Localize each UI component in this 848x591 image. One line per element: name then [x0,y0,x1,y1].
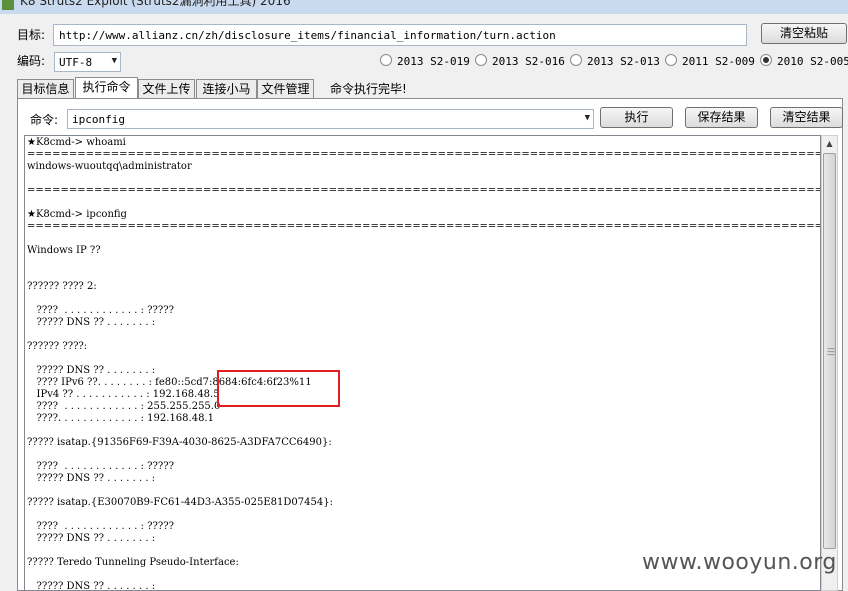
output-line: ?????? ????: [27,341,88,352]
output-line: ========================================… [27,221,821,232]
exploit-radio-label: 2010 S2-005 [777,55,848,68]
exploit-radio-2[interactable]: 2013 S2-013 [570,54,660,68]
exploit-radio-label: 2013 S2-016 [492,55,565,68]
output-line: ????? DNS ?? . . . . . . . : [27,365,156,376]
output-lines: ★K8cmd-> whoami =========================… [27,137,821,591]
chevron-down-icon: ▼ [584,113,590,123]
output-line: Windows IP ?? [27,245,101,256]
scroll-thumb[interactable]: — — — [823,153,836,549]
output-line: ★K8cmd-> whoami [27,137,126,148]
output-line: ???? . . . . . . . . . . . . : ????? [27,521,174,532]
output-line: ????. . . . . . . . . . . . . : 192.168.… [27,413,214,424]
ipv4-highlight-box [217,370,340,407]
save-result-button[interactable]: 保存结果 [685,107,758,128]
window-title: K8 Struts2 Exploit (Struts2漏洞利用工具) 2016 [20,0,291,8]
status-text: 命令执行完毕! [330,82,407,96]
chevron-down-icon: ▼ [111,56,117,66]
output-line: ========================================… [27,149,821,160]
output-scrollbar[interactable]: ▲ — — — [821,135,838,591]
output-line: ???? . . . . . . . . . . . . : ????? [27,461,174,472]
exploit-radio-1[interactable]: 2013 S2-016 [475,54,565,68]
radio-unchecked-icon[interactable] [475,54,487,66]
tab-1[interactable]: 执行命令 [75,77,138,99]
output-line: ????? isatap.{E30070B9-FC61-44D3-A355-02… [27,497,333,508]
command-output[interactable]: ★K8cmd-> whoami =========================… [24,135,821,591]
encoding-select[interactable]: UTF-8 ▼ [54,52,121,72]
tab-4[interactable]: 文件管理 [257,79,314,98]
command-value: ipconfig [72,113,125,126]
output-line: ????? DNS ?? . . . . . . . : [27,473,156,484]
command-input[interactable]: ipconfig ▼ [67,109,594,129]
output-line: ????? DNS ?? . . . . . . . : [27,581,156,591]
output-line: ???? . . . . . . . . . . . . : 255.255.2… [27,401,221,412]
radio-unchecked-icon[interactable] [380,54,392,66]
tab-0[interactable]: 目标信息 [17,79,74,98]
tab-2[interactable]: 文件上传 [138,79,195,98]
radio-checked-icon[interactable] [760,54,772,66]
exploit-radio-label: 2013 S2-019 [397,55,470,68]
execute-button[interactable]: 执行 [600,107,673,128]
target-label: 目标: [17,28,46,42]
encoding-label: 编码: [17,54,46,68]
output-line: ========================================… [27,185,821,196]
exploit-radio-label: 2013 S2-013 [587,55,660,68]
output-line: ????? DNS ?? . . . . . . . : [27,533,156,544]
target-url-input[interactable]: http://www.allianz.cn/zh/disclosure_item… [53,24,747,46]
exploit-radio-4[interactable]: 2010 S2-005 [760,54,848,68]
exploit-radio-3[interactable]: 2011 S2-009 [665,54,755,68]
watermark: www.wooyun.org [642,550,837,575]
exploit-radio-label: 2011 S2-009 [682,55,755,68]
output-line: ???? IPv6 ??. . . . . . . . : fe80::5cd7… [27,377,312,388]
exploit-radio-0[interactable]: 2013 S2-019 [380,54,470,68]
title-bar: K8 Struts2 Exploit (Struts2漏洞利用工具) 2016 [0,0,848,14]
tab-3[interactable]: 连接小马 [196,79,257,98]
grip-icon: — — — [827,344,835,359]
output-line: windows-wuoutqq\administrator [27,161,192,172]
radio-unchecked-icon[interactable] [665,54,677,66]
output-line: ???? . . . . . . . . . . . . : ????? [27,305,174,316]
radio-unchecked-icon[interactable] [570,54,582,66]
clear-paste-button[interactable]: 清空粘贴 [761,23,847,44]
output-line: ★K8cmd-> ipconfig [27,209,127,220]
output-line: ????? DNS ?? . . . . . . . : [27,317,156,328]
output-line: ?????? ???? 2: [27,281,97,292]
encoding-value: UTF-8 [59,56,93,69]
scroll-up-icon[interactable]: ▲ [822,136,837,152]
app-icon [2,0,14,10]
output-line: ????? isatap.{91356F69-F39A-4030-8625-A3… [27,437,332,448]
clear-result-button[interactable]: 清空结果 [770,107,843,128]
output-line: IPv4 ?? . . . . . . . . . . . : 192.168.… [27,389,220,400]
command-label: 命令: [30,113,59,127]
